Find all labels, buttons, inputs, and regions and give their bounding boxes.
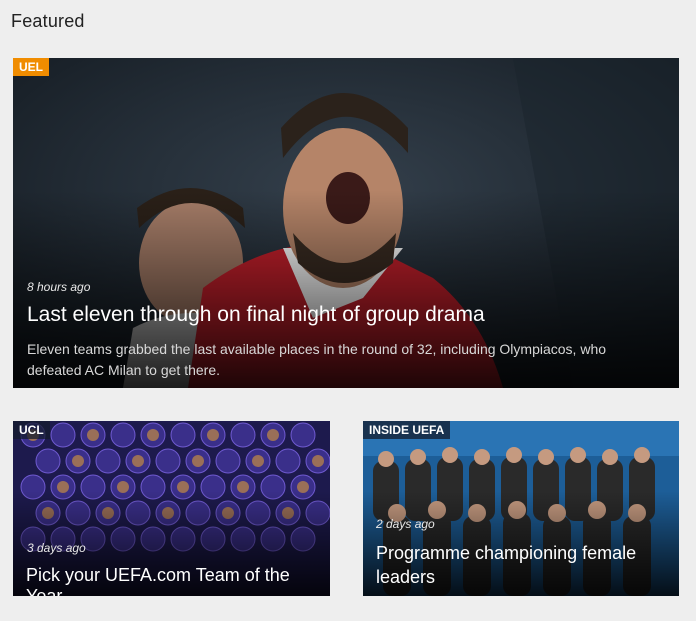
section-title: Featured: [11, 11, 85, 31]
headline[interactable]: Programme championing female leaders: [376, 541, 656, 589]
headline[interactable]: Last eleven through on final night of gr…: [27, 303, 485, 327]
competition-badge: UCL: [13, 421, 50, 439]
featured-card-hero[interactable]: UEL 8 hours ago Last eleven through on f…: [13, 58, 679, 388]
timestamp: 3 days ago: [27, 541, 86, 555]
headline[interactable]: Pick your UEFA.com Team of the Year: [26, 565, 330, 596]
competition-badge: UEL: [13, 58, 49, 76]
section-badge: INSIDE UEFA: [363, 421, 451, 439]
timestamp: 2 days ago: [376, 517, 435, 531]
timestamp: 8 hours ago: [27, 280, 91, 294]
featured-card-female-leaders[interactable]: INSIDE UEFA 2 days ago Programme champio…: [363, 421, 679, 596]
featured-card-team-of-year[interactable]: UCL 3 days ago Pick your UEFA.com Team o…: [13, 421, 330, 596]
summary: Eleven teams grabbed the last available …: [27, 341, 607, 378]
